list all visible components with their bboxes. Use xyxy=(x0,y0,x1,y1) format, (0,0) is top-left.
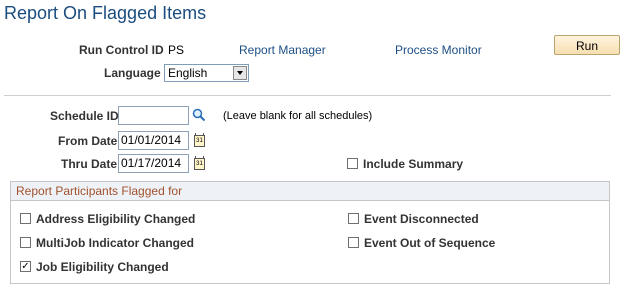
schedule-hint: (Leave blank for all schedules) xyxy=(223,110,373,122)
run-button[interactable]: Run xyxy=(554,35,620,55)
from-date-label: From Date xyxy=(58,134,118,148)
run-control-id-value: PS xyxy=(168,43,185,57)
event-disconnected-label: Event Disconnected xyxy=(364,212,479,226)
event-out-of-sequence-label: Event Out of Sequence xyxy=(364,236,496,250)
language-label: Language xyxy=(104,66,161,80)
address-eligibility-label: Address Eligibility Changed xyxy=(36,212,196,226)
run-control-id-label: Run Control ID xyxy=(79,43,164,57)
page-title: Report On Flagged Items xyxy=(4,3,207,23)
address-eligibility-checkbox[interactable] xyxy=(20,213,31,224)
multijob-indicator-checkbox[interactable] xyxy=(20,237,31,248)
language-selected-value: English xyxy=(168,66,208,80)
event-disconnected-checkbox[interactable] xyxy=(348,213,359,224)
include-summary-checkbox[interactable] xyxy=(347,158,358,169)
event-out-of-sequence-checkbox[interactable] xyxy=(348,237,359,248)
chevron-down-icon[interactable] xyxy=(233,66,247,80)
calendar-icon[interactable]: 31 xyxy=(194,133,205,147)
thru-date-label: Thru Date xyxy=(61,157,118,171)
divider xyxy=(4,95,611,96)
job-eligibility-checkbox[interactable]: ✓ xyxy=(20,261,31,272)
magnifier-icon[interactable] xyxy=(192,108,206,122)
participants-header: Report Participants Flagged for xyxy=(10,181,610,201)
include-summary-label: Include Summary xyxy=(363,157,464,171)
schedule-id-label: Schedule ID xyxy=(50,109,119,123)
job-eligibility-label: Job Eligibility Changed xyxy=(36,260,169,274)
schedule-id-input[interactable] xyxy=(118,106,189,125)
thru-date-input[interactable]: 01/17/2014 xyxy=(118,154,189,173)
language-select[interactable]: English xyxy=(164,64,249,82)
calendar-icon[interactable]: 31 xyxy=(194,156,205,170)
from-date-input[interactable]: 01/01/2014 xyxy=(118,131,189,150)
multijob-indicator-label: MultiJob Indicator Changed xyxy=(36,236,194,250)
process-monitor-link[interactable]: Process Monitor xyxy=(395,43,482,57)
report-manager-link[interactable]: Report Manager xyxy=(239,43,326,57)
